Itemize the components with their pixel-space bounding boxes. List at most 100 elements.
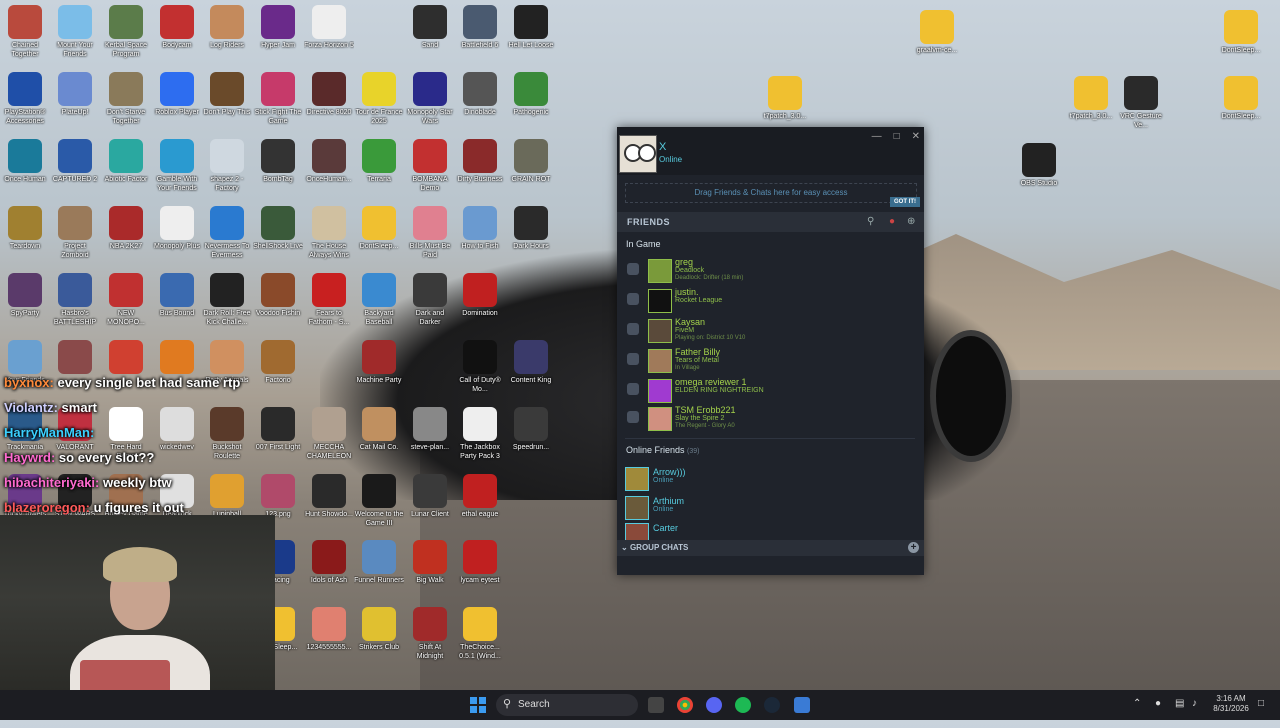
desktop-icon[interactable]: Log Riders bbox=[202, 5, 252, 61]
desktop-icon[interactable]: Project Zomboid bbox=[50, 206, 100, 262]
desktop-icon[interactable]: Lunar Client bbox=[405, 474, 455, 530]
desktop-icon[interactable]: Abiotic Factor bbox=[101, 139, 151, 195]
discord-icon[interactable] bbox=[706, 697, 722, 713]
username[interactable]: X bbox=[659, 141, 666, 153]
desktop-icon[interactable]: 1234555555... bbox=[304, 607, 354, 663]
desktop-icon[interactable]: Terraria bbox=[354, 139, 404, 195]
desktop-icon[interactable]: How to Fish bbox=[455, 206, 505, 262]
desktop-icon[interactable]: Content King bbox=[506, 340, 556, 396]
desktop-icon[interactable]: Backyard Baseball bbox=[354, 273, 404, 329]
desktop-icon[interactable]: Dark and Darker bbox=[405, 273, 455, 329]
desktop-icon[interactable]: TheChoice... 0.5.1 (Wind... bbox=[455, 607, 505, 663]
friend-row[interactable]: Arrow))) Online bbox=[617, 465, 924, 491]
desktop-icon[interactable]: Tour de France 2025 bbox=[354, 72, 404, 128]
close-icon[interactable]: ✕ bbox=[912, 131, 920, 142]
desktop-icon[interactable]: PlateUp! bbox=[50, 72, 100, 128]
drag-drop-zone[interactable]: Drag Friends & Chats here for easy acces… bbox=[625, 183, 917, 203]
desktop-icon[interactable]: Kerbal Space Program bbox=[101, 5, 151, 61]
notifications-icon[interactable]: □ bbox=[1258, 698, 1264, 709]
desktop-icon[interactable]: Idols of Ash bbox=[304, 540, 354, 596]
group-chats-bar[interactable]: ⌄ GROUP CHATS + bbox=[617, 540, 924, 556]
desktop-icon[interactable]: NEW MONOPO... bbox=[101, 273, 151, 329]
desktop-icon[interactable]: Don't Play This bbox=[202, 72, 252, 128]
desktop-icon[interactable]: DontSleep... bbox=[1216, 10, 1266, 66]
desktop-icon[interactable]: Don't Starve Together bbox=[101, 72, 151, 128]
friend-row[interactable]: Arthium Online bbox=[617, 494, 924, 520]
desktop-icon[interactable]: Funnel Runners bbox=[354, 540, 404, 596]
desktop-icon[interactable]: Once Human bbox=[0, 139, 50, 195]
desktop-icon[interactable]: GRAIN ROT bbox=[506, 139, 556, 195]
desktop-icon[interactable]: ShellShock Live bbox=[253, 206, 303, 262]
desktop-icon[interactable]: MECCHA CHAMELEON bbox=[304, 407, 354, 463]
desktop-icon[interactable]: Bus Bound bbox=[152, 273, 202, 329]
desktop-icon[interactable]: Speedrun... bbox=[506, 407, 556, 463]
desktop-icon[interactable]: Call of Duty® Mo... bbox=[455, 340, 505, 396]
desktop-icon[interactable]: Big Walk bbox=[405, 540, 455, 596]
desktop-icon[interactable]: Monopoly Star Wars bbox=[405, 72, 455, 128]
task-view-icon[interactable] bbox=[648, 697, 664, 713]
desktop-icon[interactable]: VRC Gesture Ve... bbox=[1116, 76, 1166, 132]
desktop-icon[interactable]: The Jackbox Party Pack 3 bbox=[455, 407, 505, 463]
search-icon[interactable]: ⚲ bbox=[867, 216, 874, 227]
desktop-icon[interactable]: t7patch_3.0... bbox=[760, 76, 810, 132]
desktop-icon[interactable]: Chained Together bbox=[0, 5, 50, 61]
desktop-icon[interactable]: Nevermess To Evermess bbox=[202, 206, 252, 262]
desktop-icon[interactable]: Hell Let Loose bbox=[506, 5, 556, 61]
desktop-icon[interactable]: Pathogenic bbox=[506, 72, 556, 128]
desktop-icon[interactable]: DontSleep... bbox=[1216, 76, 1266, 132]
minimize-icon[interactable]: — bbox=[872, 131, 882, 142]
desktop-icon[interactable]: Hunt Showdo... bbox=[304, 474, 354, 530]
desktop-icon[interactable]: Voodoo Fishin bbox=[253, 273, 303, 329]
desktop-icon[interactable]: CAPTURED 2 bbox=[50, 139, 100, 195]
online-friends-section-label[interactable]: Online Friends (39) bbox=[626, 445, 700, 455]
start-button[interactable] bbox=[470, 697, 486, 713]
desktop-icon[interactable]: Stick Fight The Game bbox=[253, 72, 303, 128]
avatar[interactable] bbox=[619, 135, 657, 173]
steam-icon[interactable] bbox=[764, 697, 780, 713]
friend-row[interactable]: justin. Rocket League bbox=[617, 287, 924, 313]
desktop-icon[interactable]: Dark Roll: Free Kick Challe... bbox=[202, 273, 252, 329]
search-box[interactable]: ⚲ Search bbox=[496, 694, 638, 716]
friend-row[interactable]: TSM Erobb221 Slay the Spire 2 The Regent -… bbox=[617, 405, 924, 431]
desktop-icon[interactable]: Monopoly Plus bbox=[152, 206, 202, 262]
maximize-icon[interactable]: □ bbox=[894, 131, 900, 142]
friend-row[interactable]: Kaysan FiveM Playing on: District 10 V10 bbox=[617, 317, 924, 343]
desktop-icon[interactable]: t7patch_3.0... bbox=[1066, 76, 1116, 132]
desktop-icon[interactable]: Bills Must Be Paid bbox=[405, 206, 455, 262]
desktop-icon[interactable]: Sand bbox=[405, 5, 455, 61]
desktop-icon[interactable]: Strikers Club bbox=[354, 607, 404, 663]
desktop-icon[interactable]: Mount Your Friends bbox=[50, 5, 100, 61]
desktop-icon[interactable]: Teardown bbox=[0, 206, 50, 262]
desktop-icon[interactable]: Roblox Player bbox=[152, 72, 202, 128]
desktop-icon[interactable]: Hasbro's BATTLESHIP bbox=[50, 273, 100, 329]
desktop-icon[interactable]: Machine Party bbox=[354, 340, 404, 396]
desktop-icon[interactable]: Fears to Fathom - S... bbox=[304, 273, 354, 329]
desktop-icon[interactable]: Battlefield 6 bbox=[455, 5, 505, 61]
desktop-icon[interactable]: Forza Horizon 5 bbox=[304, 5, 354, 61]
desktop-icon[interactable]: OBS Studio bbox=[1014, 143, 1064, 199]
chrome-icon[interactable] bbox=[677, 697, 693, 713]
friend-row[interactable]: greg Deadlock Deadlock: Drifter (18 min) bbox=[617, 257, 924, 283]
got-it-button[interactable]: GOT IT! bbox=[890, 197, 920, 207]
desktop-icon[interactable]: steve-plan... bbox=[405, 407, 455, 463]
desktop-icon[interactable]: PlayStation® Accessories bbox=[0, 72, 50, 128]
network-icon[interactable]: ▤ bbox=[1175, 698, 1184, 709]
desktop-icon[interactable]: DontSleep... bbox=[354, 206, 404, 262]
friend-row[interactable]: omega reviewer 1 ELDEN RING NIGHTREIGN bbox=[617, 377, 924, 403]
desktop-icon[interactable]: graalvm-ce... bbox=[912, 10, 962, 66]
desktop-icon[interactable]: ethal eague bbox=[455, 474, 505, 530]
desktop-icon[interactable]: Dirty Business bbox=[455, 139, 505, 195]
desktop-icon[interactable]: BombTag bbox=[253, 139, 303, 195]
desktop-icon[interactable]: lycam eytest bbox=[455, 540, 505, 596]
desktop-icon[interactable]: Bodycam bbox=[152, 5, 202, 61]
desktop-icon[interactable]: SpyParty bbox=[0, 273, 50, 329]
in-game-section-label[interactable]: In Game bbox=[626, 239, 661, 249]
desktop-icon[interactable]: Cat Mail Co. bbox=[354, 407, 404, 463]
desktop-icon[interactable]: The House Always Wins bbox=[304, 206, 354, 262]
desktop-icon[interactable]: BOMBANA Demo bbox=[405, 139, 455, 195]
spotify-icon[interactable] bbox=[735, 697, 751, 713]
volume-icon[interactable]: ♪ bbox=[1192, 698, 1197, 709]
add-friend-icon[interactable]: ⊕ bbox=[907, 216, 915, 227]
microphone-icon[interactable]: ● bbox=[1155, 698, 1161, 709]
desktop-icon[interactable]: NBA 2K27 bbox=[101, 206, 151, 262]
